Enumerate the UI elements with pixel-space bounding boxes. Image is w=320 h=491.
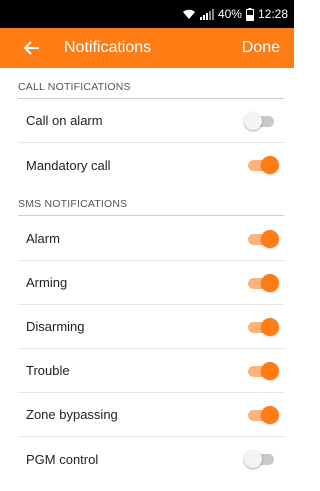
battery-percent: 40% — [217, 7, 242, 21]
clock: 12:28 — [257, 7, 288, 21]
setting-row-zone-bypassing[interactable]: Zone bypassing — [18, 393, 284, 437]
disarming-toggle[interactable] — [244, 316, 280, 338]
setting-row-alarm[interactable]: Alarm — [18, 217, 284, 261]
wifi-icon — [182, 8, 196, 20]
setting-label: Trouble — [26, 363, 70, 378]
setting-label: Disarming — [26, 319, 85, 334]
pgm-control-toggle[interactable] — [244, 448, 280, 470]
setting-row-pgm-control[interactable]: PGM control — [18, 437, 284, 481]
trouble-toggle[interactable] — [244, 360, 280, 382]
section-header-call: CALL NOTIFICATIONS — [18, 75, 284, 99]
signal-icon — [199, 8, 214, 20]
setting-label: Mandatory call — [26, 157, 111, 173]
setting-row-disarming[interactable]: Disarming — [18, 305, 284, 349]
setting-label: Arming — [26, 275, 68, 290]
call-on-alarm-toggle[interactable] — [244, 110, 280, 132]
arming-toggle[interactable] — [244, 272, 280, 294]
mandatory-call-toggle[interactable] — [244, 154, 280, 176]
app-bar: Notifications Done — [0, 28, 294, 68]
done-button[interactable]: Done — [242, 39, 280, 57]
setting-row-trouble[interactable]: Trouble — [18, 349, 284, 393]
setting-row-mandatory-call[interactable]: Mandatory call — [18, 143, 284, 187]
section-header-label: SMS NOTIFICATIONS — [18, 197, 128, 210]
notifications-screen: 40% 12:28 Notifications Done CALL NOTIFI… — [0, 0, 294, 491]
zone-bypassing-toggle[interactable] — [244, 404, 280, 426]
setting-label: Zone bypassing — [26, 407, 118, 422]
arrow-left-icon[interactable] — [20, 36, 44, 60]
alarm-toggle[interactable] — [244, 228, 280, 250]
setting-label: Alarm — [26, 231, 60, 246]
section-header-sms: SMS NOTIFICATIONS — [18, 192, 284, 216]
status-bar: 40% 12:28 — [0, 0, 294, 28]
setting-row-call-on-alarm[interactable]: Call on alarm — [18, 99, 284, 143]
section-header-label: CALL NOTIFICATIONS — [18, 80, 131, 93]
setting-row-arming[interactable]: Arming — [18, 261, 284, 305]
setting-label: PGM control — [26, 451, 99, 467]
battery-icon — [245, 7, 254, 21]
setting-label: Call on alarm — [26, 113, 103, 128]
page-title: Notifications — [64, 39, 152, 56]
